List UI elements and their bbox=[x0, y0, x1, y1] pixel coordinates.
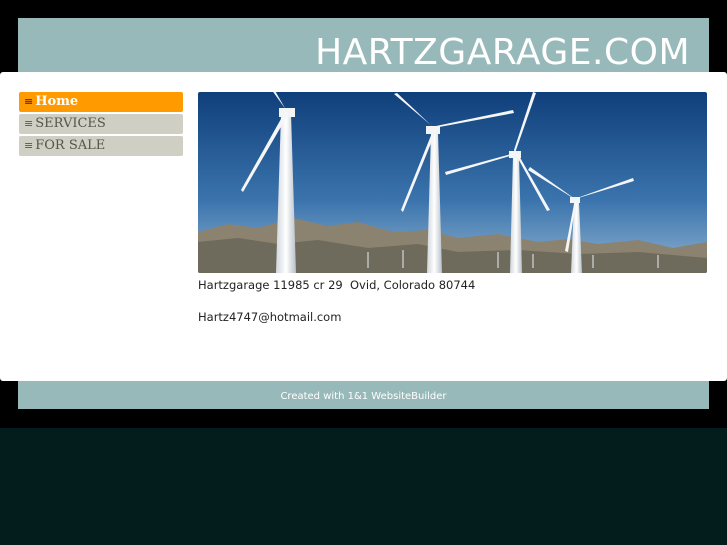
nav-item-for-sale[interactable]: ≡ FOR SALE bbox=[19, 136, 183, 156]
main-navigation: ≡ Home ≡ SERVICES ≡ FOR SALE bbox=[19, 92, 183, 158]
menu-bullet-icon: ≡ bbox=[24, 139, 34, 152]
nav-item-label: Home bbox=[35, 94, 79, 109]
site-title: HARTZGARAGE.COM bbox=[315, 32, 690, 73]
menu-bullet-icon: ≡ bbox=[24, 95, 34, 108]
nav-item-home[interactable]: ≡ Home bbox=[19, 92, 183, 112]
nav-item-label: FOR SALE bbox=[35, 138, 106, 153]
menu-bullet-icon: ≡ bbox=[24, 117, 34, 130]
header-band: HARTZGARAGE.COM bbox=[18, 18, 709, 76]
footer-credit[interactable]: Created with 1&1 WebsiteBuilder bbox=[280, 391, 446, 402]
email-link[interactable]: Hartz4747@hotmail.com bbox=[198, 310, 341, 324]
address-text: Hartzgarage 11985 cr 29 Ovid, Colorado 8… bbox=[198, 278, 476, 292]
nav-item-label: SERVICES bbox=[35, 116, 106, 131]
nav-item-services[interactable]: ≡ SERVICES bbox=[19, 114, 183, 134]
content-panel: ≡ Home ≡ SERVICES ≡ FOR SALE Hartzgarage… bbox=[0, 72, 727, 381]
footer-band: Created with 1&1 WebsiteBuilder bbox=[18, 381, 709, 409]
banner-image-wind-turbines bbox=[198, 92, 707, 273]
